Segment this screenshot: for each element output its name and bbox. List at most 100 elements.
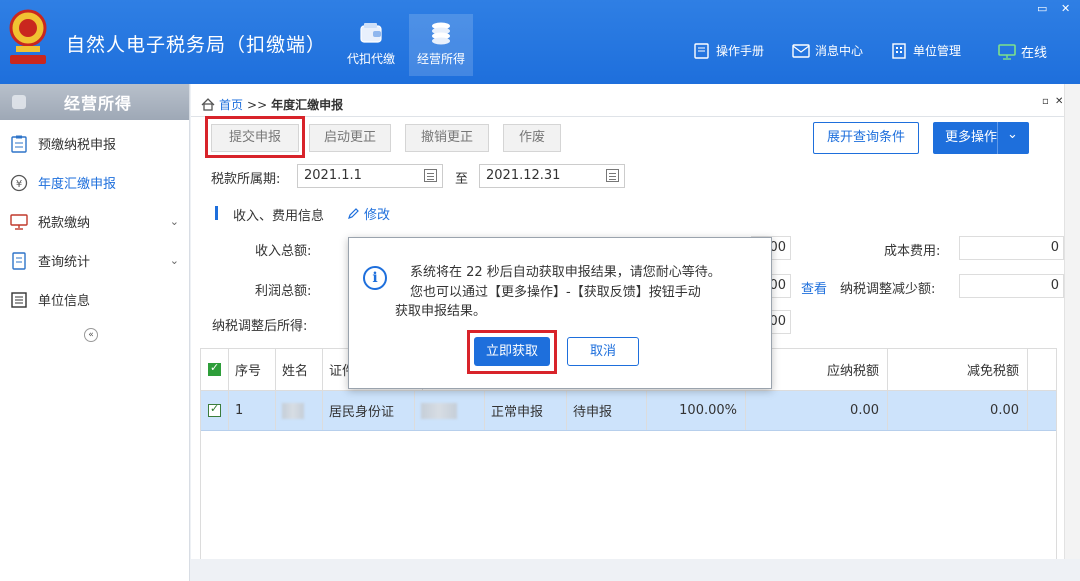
wallet-icon [360, 23, 382, 43]
fetch-now-button[interactable]: 立即获取 [474, 337, 550, 366]
row-status: 待申报 [567, 391, 647, 430]
submit-declaration-button[interactable]: 提交申报 [211, 124, 299, 152]
tax-adj-reduce-value[interactable]: 0 [959, 274, 1064, 298]
section-title: 收入、费用信息 [233, 209, 325, 224]
col-index: 序号 [229, 349, 276, 390]
sidebar-title: 经营所得 [64, 94, 133, 113]
status-strip [191, 559, 1080, 581]
breadcrumb-separator: >> [247, 97, 268, 112]
yen-icon: ¥ [10, 174, 28, 192]
row-select-cell[interactable] [201, 391, 229, 430]
col-name: 姓名 [276, 349, 323, 390]
nav-withholding[interactable]: 代扣代缴 [339, 14, 403, 76]
after-adj-label: 纳税调整后所得: [212, 319, 308, 334]
calendar-icon[interactable] [424, 169, 437, 182]
message-center-link[interactable]: 消息中心 [792, 42, 863, 59]
info-icon: i [363, 266, 387, 290]
edit-label: 修改 [364, 208, 391, 223]
svg-text:¥: ¥ [16, 179, 22, 190]
mail-icon [792, 43, 810, 58]
doc-icon [10, 251, 28, 270]
window-close-button[interactable]: ✕ [1061, 2, 1070, 15]
top-bar: 自然人电子税务局（扣缴端） 代扣代缴 经营所得 操作手册 消息中心 单位管理 在… [0, 0, 1080, 84]
row-tax-due: 0.00 [746, 391, 888, 430]
monitor-icon [10, 213, 28, 231]
sidebar-item-query-statistics[interactable]: 查询统计 ⌄ [0, 241, 189, 280]
cancel-correction-button[interactable]: 撤销更正 [405, 124, 489, 152]
period-end-value: 2021.12.31 [486, 168, 561, 183]
cost-value[interactable]: 0 [959, 236, 1064, 260]
online-status[interactable]: 在线 [998, 42, 1047, 61]
dialog-message-line1: 系统将在 22 秒后自动获取申报结果，请您耐心等待。 [410, 265, 721, 280]
period-start-value: 2021.1.1 [304, 168, 362, 183]
manual-icon [694, 42, 709, 59]
pencil-icon [348, 208, 359, 219]
edit-link[interactable]: 修改 [347, 204, 390, 223]
row-checkbox[interactable] [208, 402, 221, 417]
void-button[interactable]: 作废 [503, 124, 561, 152]
monitor-icon [998, 43, 1016, 60]
nav-business-income[interactable]: 经营所得 [409, 14, 473, 76]
row-report-type: 正常申报 [485, 391, 567, 430]
dialog-cancel-button[interactable]: 取消 [567, 337, 639, 366]
home-icon [201, 98, 215, 111]
coins-icon [432, 22, 450, 45]
chevron-down-icon: ⌄ [1007, 127, 1018, 142]
clipboard-icon [10, 135, 28, 153]
sidebar-item-label: 年度汇缴申报 [38, 177, 117, 192]
vertical-scrollbar[interactable] [1064, 84, 1080, 559]
chevron-down-icon: ⌄ [169, 254, 179, 267]
sidebar-item-label: 单位信息 [38, 294, 91, 309]
sidebar-item-annual-declaration[interactable]: ¥ 年度汇缴申报 [0, 163, 189, 202]
auto-fetch-dialog: i 系统将在 22 秒后自动获取申报结果，请您耐心等待。 您也可以通过【更多操作… [348, 237, 772, 389]
manual-label: 操作手册 [716, 44, 765, 58]
row-ratio: 100.00% [647, 391, 746, 430]
divider [191, 116, 1064, 117]
select-all-cell[interactable] [201, 349, 229, 390]
chevron-down-icon: ⌄ [169, 215, 179, 228]
sidebar-collapse-button[interactable]: « [84, 328, 98, 342]
dialog-message-line3: 获取申报结果。 [395, 304, 487, 319]
sidebar-item-unit-info[interactable]: 单位信息 [0, 280, 189, 319]
table-row[interactable]: 1 居民身份证 正常申报 待申报 100.00% 0.00 0.00 [201, 391, 1056, 431]
breadcrumb-home-link[interactable]: 首页 [219, 96, 243, 113]
more-actions-label: 更多操作 [945, 130, 998, 145]
app-title: 自然人电子税务局（扣缴端） [66, 34, 327, 56]
redacted-name [282, 402, 304, 419]
row-id-type: 居民身份证 [323, 391, 415, 430]
sidebar-item-label: 查询统计 [38, 255, 91, 270]
redacted-id [421, 402, 457, 419]
window-restore-button[interactable]: ▭ [1037, 2, 1047, 15]
row-index: 1 [229, 391, 276, 430]
expand-query-button[interactable]: 展开查询条件 [813, 122, 919, 154]
period-to-label: 至 [455, 172, 469, 187]
message-center-label: 消息中心 [815, 44, 864, 58]
sidebar-item-prepaid-declaration[interactable]: 预缴纳税申报 [0, 124, 189, 163]
start-correction-button[interactable]: 启动更正 [309, 124, 391, 152]
panel-restore-button[interactable]: ▫ [1042, 96, 1049, 107]
panel-close-button[interactable]: ✕ [1055, 96, 1063, 107]
nav-withholding-label: 代扣代缴 [346, 52, 395, 66]
row-tax-relief: 0.00 [888, 391, 1028, 430]
unit-management-link[interactable]: 单位管理 [890, 42, 961, 59]
breadcrumb: 首页 >> 年度汇缴申报 [201, 96, 343, 113]
calendar-icon[interactable] [606, 169, 619, 182]
list-icon [10, 291, 28, 309]
button-divider [997, 122, 998, 154]
nav-business-income-label: 经营所得 [416, 52, 465, 66]
breadcrumb-current: 年度汇缴申报 [271, 98, 344, 112]
manual-link[interactable]: 操作手册 [693, 42, 764, 59]
period-start-input[interactable]: 2021.1.1 [297, 164, 443, 188]
col-tax-relief: 减免税额 [888, 349, 1028, 390]
view-link[interactable]: 查看 [801, 278, 827, 297]
period-end-input[interactable]: 2021.12.31 [479, 164, 625, 188]
period-label: 税款所属期: [211, 172, 281, 187]
sidebar-item-label: 税款缴纳 [38, 216, 91, 231]
unit-management-label: 单位管理 [913, 44, 962, 58]
sidebar-header-icon [12, 95, 26, 109]
cost-label: 成本费用: [884, 244, 941, 259]
sidebar-item-tax-payment[interactable]: 税款缴纳 ⌄ [0, 202, 189, 241]
select-all-checkbox[interactable] [208, 361, 221, 376]
online-label: 在线 [1021, 46, 1048, 61]
more-actions-button[interactable]: 更多操作 ⌄ [933, 122, 1029, 154]
